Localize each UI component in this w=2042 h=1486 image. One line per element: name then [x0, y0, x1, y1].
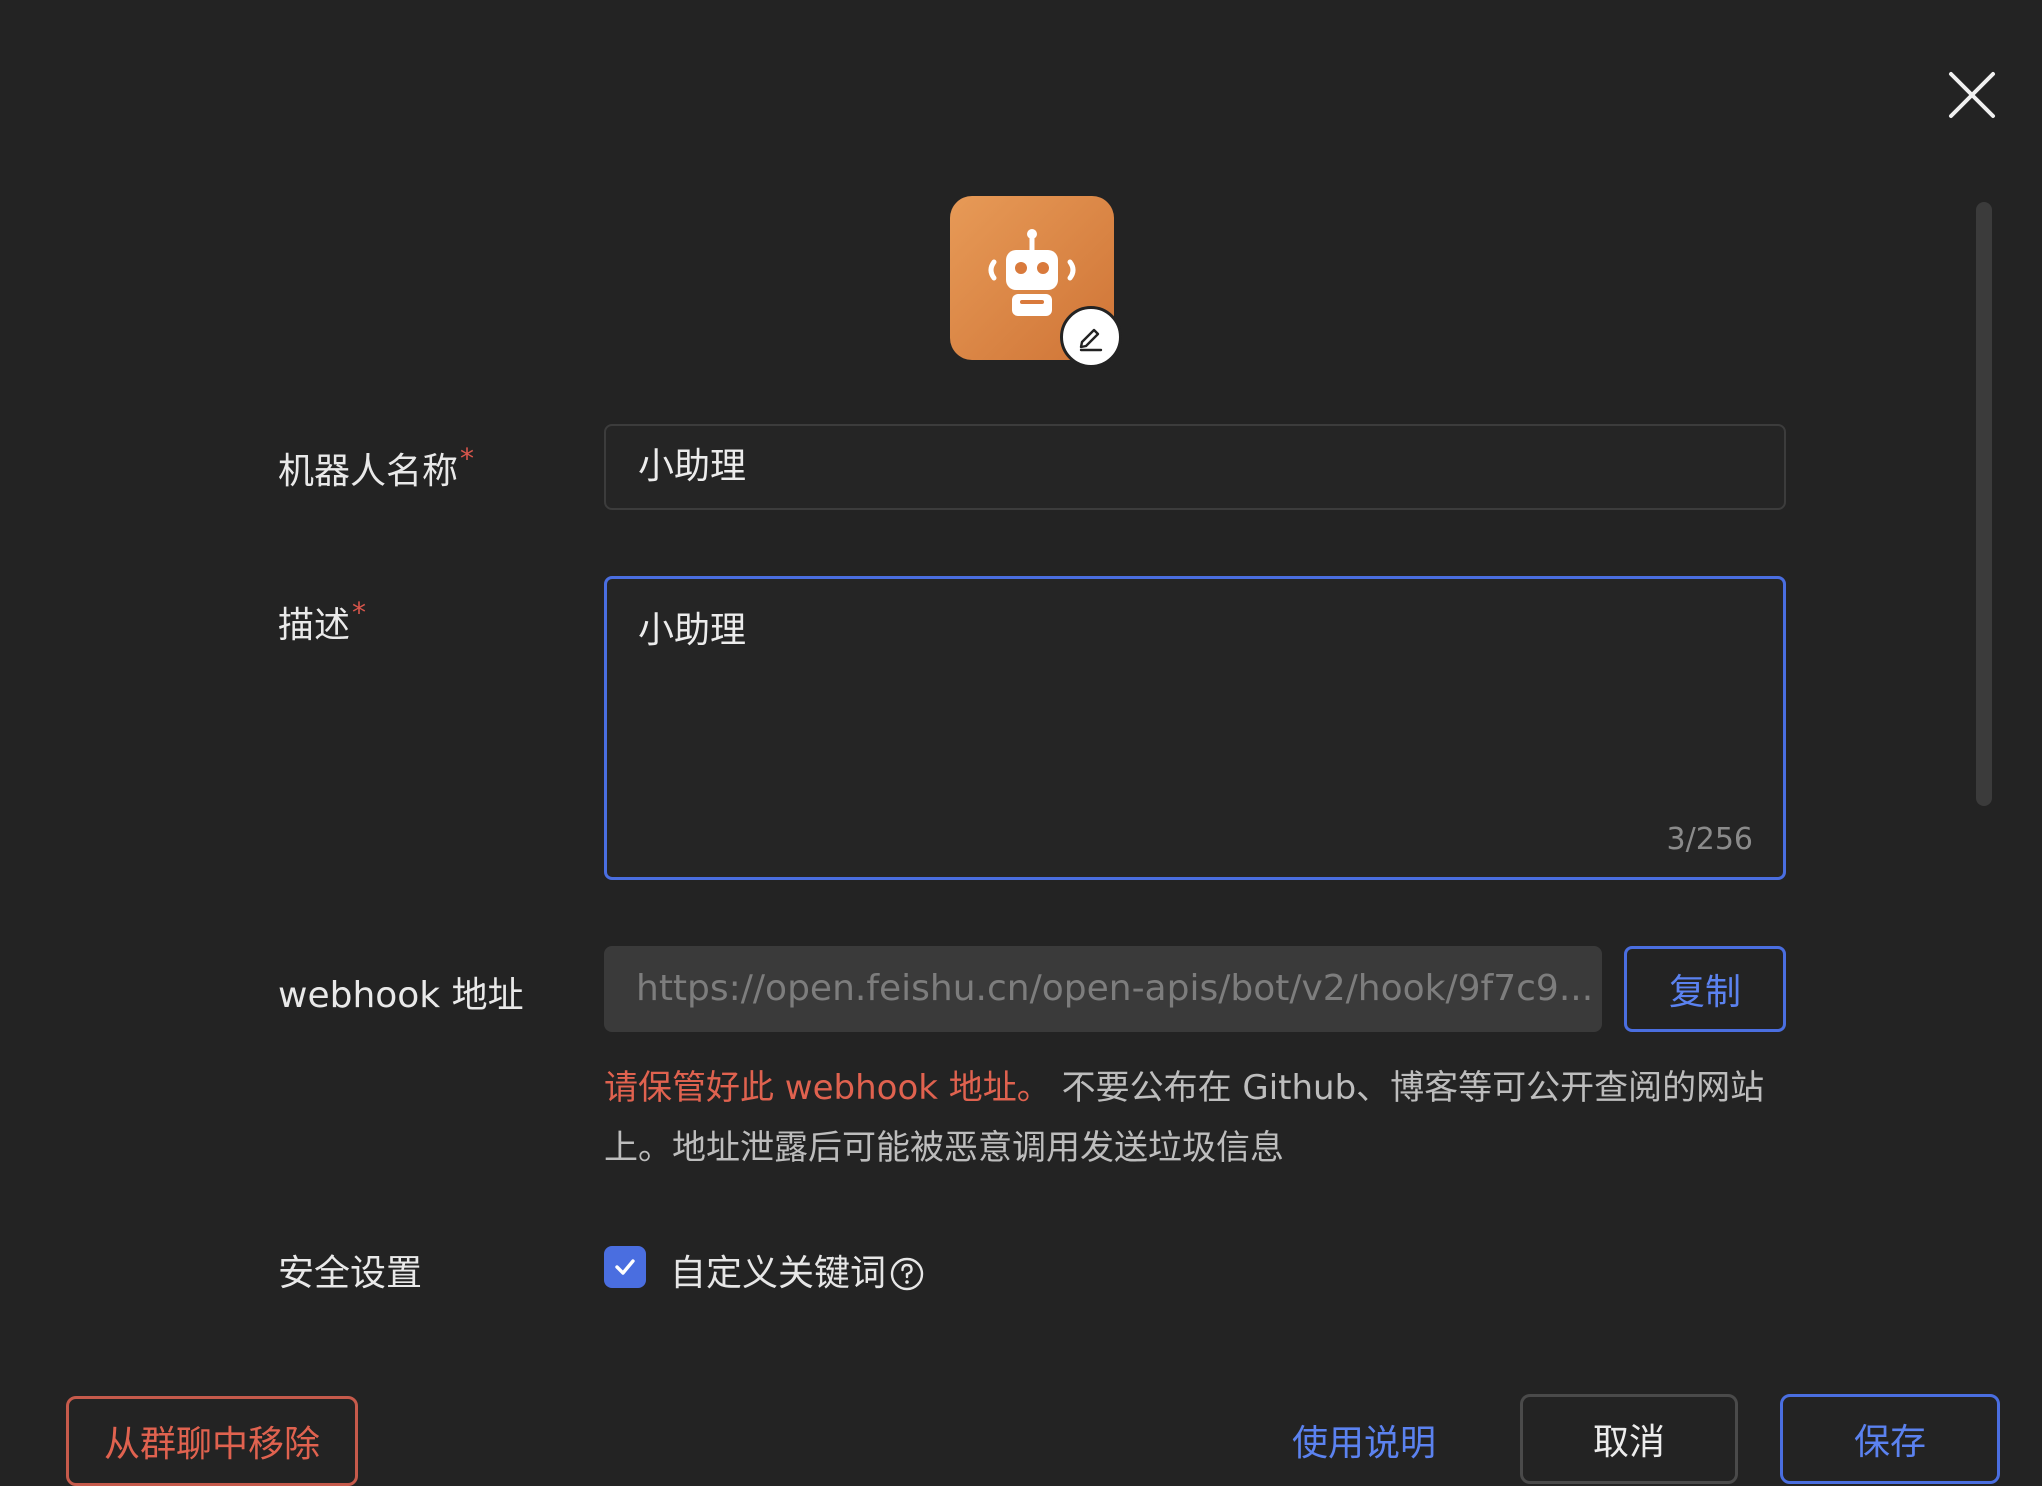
- usage-guide-link[interactable]: 使用说明: [1292, 1414, 1436, 1466]
- description-value: 小助理: [638, 610, 747, 651]
- edit-avatar-button[interactable]: [1060, 306, 1122, 368]
- required-mark: *: [460, 442, 475, 475]
- webhook-warning: 请保管好此 webhook 地址。 不要公布在 Github、博客等可公开查阅的…: [604, 1058, 1804, 1178]
- description-textarea[interactable]: 小助理 3/256: [604, 576, 1786, 880]
- close-button[interactable]: [1945, 68, 1999, 122]
- check-icon: [615, 1259, 635, 1275]
- cancel-button[interactable]: 取消: [1520, 1394, 1738, 1484]
- char-counter: 3/256: [1666, 822, 1753, 857]
- name-label: 机器人名称*: [278, 442, 474, 494]
- save-button[interactable]: 保存: [1780, 1394, 2000, 1484]
- webhook-url-field: https://open.feishu.cn/open-apis/bot/v2/…: [604, 946, 1602, 1032]
- description-label: 描述*: [278, 596, 366, 648]
- keyword-label-text: 自定义关键词: [670, 1253, 887, 1294]
- name-label-text: 机器人名称: [278, 451, 459, 492]
- security-label: 安全设置: [278, 1253, 423, 1294]
- bot-name-input[interactable]: 小助理: [604, 424, 1786, 510]
- pencil-icon: [1079, 328, 1103, 352]
- keyword-checkbox[interactable]: [604, 1246, 646, 1288]
- copy-button[interactable]: 复制: [1624, 946, 1786, 1032]
- robot-icon: [988, 229, 1076, 316]
- warning-highlight: 请保管好此 webhook 地址。: [604, 1068, 1051, 1108]
- keyword-checkbox-label: 自定义关键词: [670, 1244, 924, 1296]
- bot-name-value: 小助理: [638, 446, 747, 487]
- description-label-text: 描述: [278, 605, 351, 646]
- help-icon[interactable]: [890, 1257, 924, 1291]
- scrollbar-thumb[interactable]: [1976, 202, 1992, 806]
- required-mark: *: [352, 596, 367, 629]
- webhook-label: webhook 地址: [278, 975, 524, 1016]
- remove-from-group-button[interactable]: 从群聊中移除: [66, 1396, 358, 1486]
- close-icon: [1949, 72, 1995, 118]
